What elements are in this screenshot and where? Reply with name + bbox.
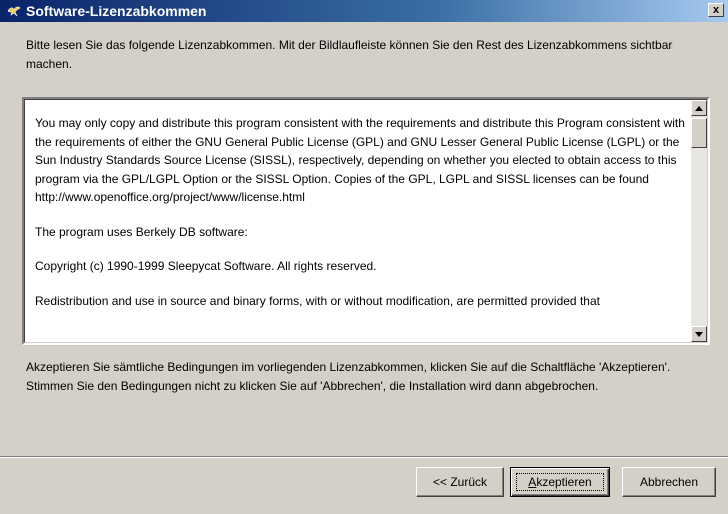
intro-text: Bitte lesen Sie das folgende Lizenzabkom… [26,38,673,71]
bird-logo-icon [6,3,22,19]
license-paragraph: Redistribution and use in source and bin… [35,293,600,308]
arrow-up-icon [695,105,703,111]
scroll-thumb[interactable] [691,118,707,148]
accept-instructions: Akzeptieren Sie sämtliche Bedingungen im… [26,360,671,393]
separator [0,456,728,458]
close-button[interactable]: x [708,3,724,17]
close-icon: x [712,3,720,16]
cancel-button-label: Abbrechen [639,475,699,489]
license-paragraph: The program uses Berkely DB software: [35,224,248,239]
back-button[interactable]: << Zurück [416,467,504,497]
cancel-button[interactable]: Abbrechen [622,467,716,497]
accept-button-label: Akzeptieren [528,475,592,489]
title-bar[interactable]: Software-Lizenzabkommen x [0,0,728,22]
scroll-up-button[interactable] [691,100,707,116]
license-text-area[interactable]: You may only copy and distribute this pr… [22,97,710,345]
arrow-down-icon [695,331,703,337]
window-title: Software-Lizenzabkommen [26,3,207,19]
license-paragraph: You may only copy and distribute this pr… [35,116,685,204]
license-paragraph: Copyright (c) 1990-1999 Sleepycat Softwa… [35,259,377,273]
vertical-scrollbar[interactable] [691,100,707,342]
license-dialog: Software-Lizenzabkommen x Bitte lesen Si… [0,0,728,514]
back-button-label: << Zurück [432,475,488,489]
license-text: You may only copy and distribute this pr… [35,114,697,326]
accept-button[interactable]: Akzeptieren [510,467,610,497]
scroll-down-button[interactable] [691,326,707,342]
